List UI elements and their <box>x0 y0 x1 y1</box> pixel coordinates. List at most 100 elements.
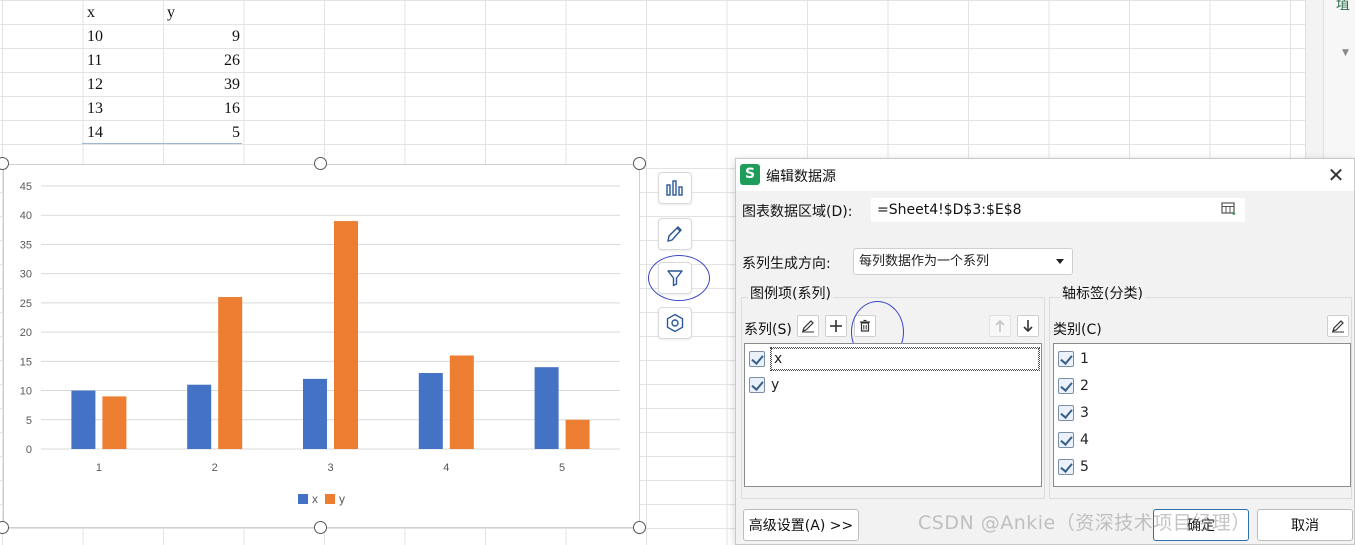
bar-y-4 <box>449 355 474 449</box>
bar-x-1 <box>71 390 96 449</box>
data-range-input[interactable] <box>871 198 1245 222</box>
edit-category-button[interactable] <box>1327 315 1349 337</box>
category-label: 类别(C) <box>1053 322 1102 338</box>
checkbox[interactable] <box>749 377 765 393</box>
checkbox[interactable] <box>1058 351 1074 367</box>
move-up-button[interactable] <box>989 315 1011 337</box>
list-item[interactable]: 3 <box>1058 401 1089 425</box>
bar-x-4 <box>418 373 443 449</box>
checkbox[interactable] <box>1058 432 1074 448</box>
chart-elements-button[interactable] <box>658 172 692 204</box>
dialog-title: 编辑数据源 <box>766 169 836 185</box>
series-direction-value: 每列数据作为一个系列 <box>859 254 990 269</box>
cell-x[interactable]: 12 <box>87 73 103 97</box>
chevron-down-icon <box>1056 259 1064 264</box>
arrow-down-icon <box>1023 320 1033 333</box>
cell-x[interactable]: 14 <box>87 121 103 145</box>
chart-settings-icon <box>666 313 684 333</box>
close-icon[interactable]: ✕ <box>1324 163 1348 187</box>
cell-y[interactable]: 26 <box>162 49 240 73</box>
plus-icon <box>830 320 842 332</box>
bar-chart[interactable]: 0 5 10 15 20 25 30 35 40 45 1 2 3 4 5 x y <box>3 164 640 528</box>
checkbox[interactable] <box>1058 378 1074 394</box>
direction-label: 系列生成方向: <box>742 256 831 272</box>
legend-swatch <box>298 494 308 504</box>
cell-x[interactable]: 11 <box>87 49 102 73</box>
header-cell-y[interactable]: y <box>167 1 175 25</box>
bar-y-3 <box>334 221 358 449</box>
bar-x-2 <box>187 384 212 449</box>
ok-button[interactable]: 确定 <box>1153 509 1249 541</box>
checkbox[interactable] <box>1058 405 1074 421</box>
advanced-settings-button[interactable]: 高级设置(A) >> <box>743 509 859 541</box>
side-panel-caret-icon[interactable]: ▼ <box>1342 48 1349 58</box>
edit-series-button[interactable] <box>797 315 819 337</box>
x-tick-label: 3 <box>327 462 333 474</box>
legend-group-label: 图例项(系列) <box>748 283 833 303</box>
list-item[interactable]: 2 <box>1058 374 1089 398</box>
list-item[interactable]: x <box>749 347 1040 371</box>
checkbox[interactable] <box>749 351 765 367</box>
cancel-button[interactable]: 取消 <box>1257 509 1353 541</box>
y-tick-label: 45 <box>20 181 32 193</box>
x-tick-label: 5 <box>559 462 565 474</box>
pencil-icon <box>802 320 814 333</box>
series-list[interactable]: x y <box>744 343 1042 487</box>
add-series-button[interactable] <box>825 315 847 337</box>
series-direction-select[interactable]: 每列数据作为一个系列 <box>853 248 1073 275</box>
range-picker-icon <box>1221 202 1236 215</box>
axis-group-label: 轴标签(分类) <box>1060 283 1145 303</box>
cell-x[interactable]: 13 <box>87 97 103 121</box>
x-tick-label: 1 <box>96 462 102 474</box>
range-label: 图表数据区域(D): <box>742 204 853 220</box>
header-cell-x[interactable]: x <box>87 1 95 25</box>
resize-handle[interactable] <box>633 157 646 170</box>
move-down-button[interactable] <box>1017 315 1039 337</box>
annotation-circle <box>648 255 710 301</box>
range-picker-button[interactable] <box>1220 200 1240 220</box>
y-tick-label: 15 <box>20 356 32 368</box>
cell-y[interactable]: 39 <box>162 73 240 97</box>
category-item-label: 2 <box>1080 378 1089 394</box>
table-border <box>82 143 242 144</box>
resize-handle[interactable] <box>314 521 327 534</box>
edit-data-source-dialog: S 编辑数据源 ✕ 图表数据区域(D): 系列生成方向: 每列数据作为一个系列 … <box>735 158 1355 545</box>
y-tick-label: 40 <box>20 210 32 222</box>
y-tick-label: 35 <box>20 239 32 251</box>
side-panel-glyph: 埴 <box>1336 0 1350 13</box>
legend-label: x <box>312 492 318 506</box>
bar-y-1 <box>102 396 127 449</box>
list-item[interactable]: 1 <box>1058 347 1089 371</box>
legend-swatch <box>325 494 335 504</box>
checkbox[interactable] <box>1058 459 1074 475</box>
legend-label: y <box>339 492 345 506</box>
series-item-label: x <box>770 347 1040 371</box>
cell-y[interactable]: 16 <box>162 97 240 121</box>
chart-settings-button[interactable] <box>658 307 692 339</box>
chart-elements-icon <box>666 180 683 196</box>
list-item[interactable]: 5 <box>1058 455 1089 479</box>
chart-canvas: 0510152025303540451 2 3 4 5x y <box>20 181 620 506</box>
cell-y[interactable]: 9 <box>162 25 240 49</box>
list-item[interactable]: 4 <box>1058 428 1089 452</box>
y-tick-label: 5 <box>26 415 32 427</box>
resize-handle[interactable] <box>633 521 646 534</box>
bar-x-3 <box>303 378 327 449</box>
list-item[interactable]: y <box>749 373 779 397</box>
category-list[interactable]: 1 2 3 4 5 <box>1053 343 1351 487</box>
category-item-label: 4 <box>1080 432 1089 448</box>
category-item-label: 1 <box>1080 351 1089 367</box>
chart-style-button[interactable] <box>658 218 692 250</box>
bar-y-5 <box>565 419 590 449</box>
category-item-label: 3 <box>1080 405 1089 421</box>
y-tick-label: 25 <box>20 298 32 310</box>
x-tick-label: 2 <box>212 462 218 474</box>
dialog-titlebar[interactable]: S 编辑数据源 ✕ <box>736 159 1354 191</box>
resize-handle[interactable] <box>314 157 327 170</box>
bar-x-5 <box>534 367 559 449</box>
cell-y[interactable]: 5 <box>162 121 240 145</box>
y-tick-label: 30 <box>20 269 32 281</box>
cell-x[interactable]: 10 <box>87 25 103 49</box>
app-logo-icon: S <box>740 164 760 185</box>
arrow-up-icon <box>995 319 1005 332</box>
